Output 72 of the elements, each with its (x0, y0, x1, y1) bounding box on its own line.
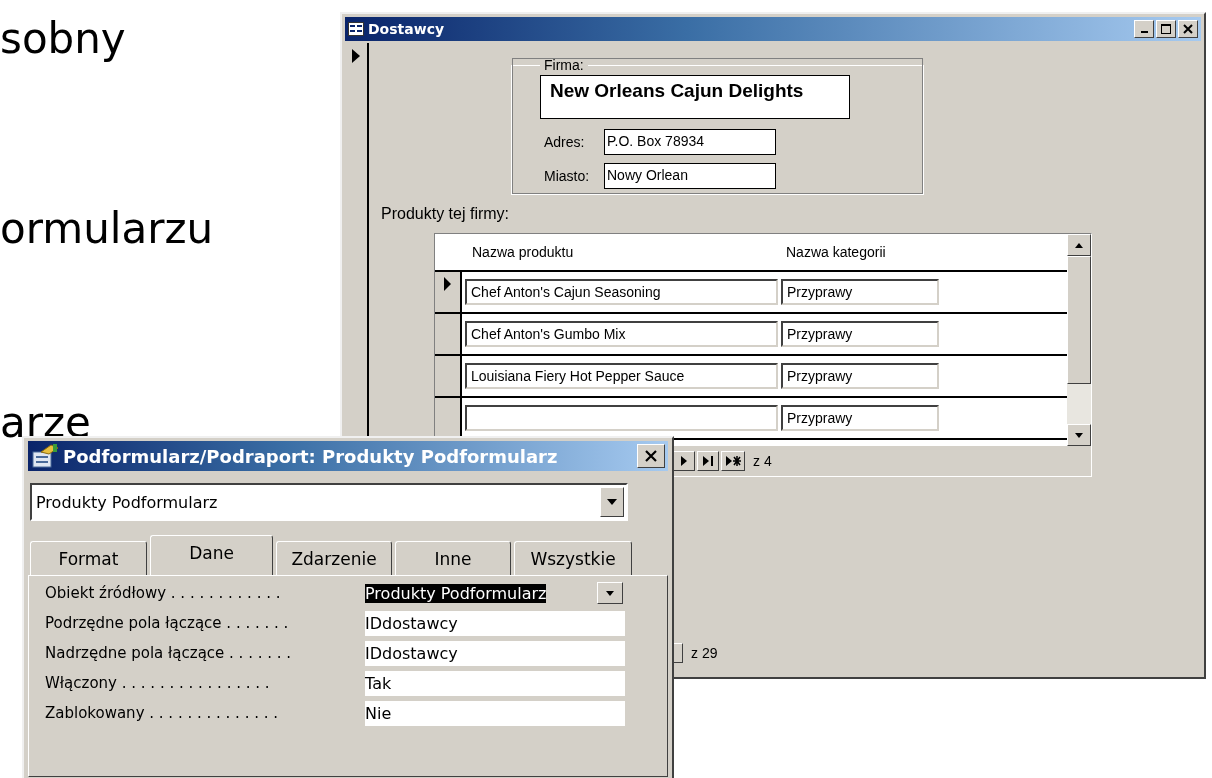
field-label: Miasto: (543, 168, 591, 184)
column-header: Nazwa produktu (472, 244, 575, 260)
input-field[interactable]: Przyprawy (781, 279, 939, 305)
scrollbar[interactable] (1067, 234, 1091, 446)
form-icon (348, 22, 364, 36)
row-selector[interactable] (435, 398, 462, 438)
new-record-icon (725, 456, 741, 466)
maximize-button[interactable] (1156, 20, 1176, 38)
record-count: z 4 (753, 453, 772, 469)
property-label: Podrzędne pola łączące . . . . . . . (45, 614, 290, 632)
property-field[interactable]: IDdostawcy (365, 640, 625, 666)
close-button[interactable] (1178, 20, 1198, 38)
caret-icon (607, 499, 617, 505)
scroll-up-button[interactable] (1067, 234, 1091, 256)
next-icon (680, 456, 688, 466)
slide-text: sobny (0, 18, 126, 60)
property-label: Zablokowany . . . . . . . . . . . . . . (45, 704, 279, 722)
down-arrow-icon (1075, 432, 1083, 438)
record-count: z 29 (691, 645, 718, 661)
input-field[interactable]: Przyprawy (781, 363, 939, 389)
dropdown-button[interactable] (600, 487, 624, 517)
input-field[interactable]: Przyprawy (781, 321, 939, 347)
slide-text: arze (0, 402, 91, 444)
property-field[interactable]: IDdostawcy (365, 610, 625, 636)
tab[interactable]: Inne (395, 541, 511, 575)
input-field[interactable]: Nowy Orlean (604, 163, 776, 189)
property-dropdown[interactable]: Produkty Podformularz (365, 580, 625, 606)
property-label: Obiekt źródłowy . . . . . . . . . . . . (45, 584, 282, 602)
caret-icon (606, 590, 614, 596)
object-dropdown[interactable]: Produkty Podformularz (30, 483, 628, 521)
input-field[interactable]: Chef Anton's Gumbo Mix (465, 321, 778, 347)
tab[interactable]: Dane (150, 535, 273, 575)
tab[interactable]: Wszystkie (514, 541, 632, 575)
field-label: Adres: (543, 134, 586, 150)
tab[interactable]: Format (30, 541, 147, 575)
row-selector[interactable] (435, 272, 462, 312)
tab[interactable]: Zdarzenie (276, 541, 392, 575)
properties-icon (31, 444, 59, 468)
scroll-down-button[interactable] (1067, 424, 1091, 446)
minimize-button[interactable] (1134, 20, 1154, 38)
last-icon (702, 456, 714, 466)
property-label: Nadrzędne pola łączące . . . . . . . (45, 644, 293, 662)
current-record-icon (443, 277, 452, 291)
property-field[interactable]: Tak (365, 670, 625, 696)
maximize-icon (1161, 24, 1171, 34)
row-selector[interactable] (435, 356, 462, 396)
input-field[interactable] (465, 405, 778, 431)
property-field[interactable]: Nie (365, 700, 625, 726)
scroll-thumb[interactable] (1067, 256, 1091, 384)
window-title: Podformularz/Podraport: Produkty Podformularz (63, 445, 558, 467)
subform-label: Produkty tej firmy: (381, 205, 511, 223)
last-record-button[interactable] (697, 451, 719, 471)
input-field[interactable]: Louisiana Fiery Hot Pepper Sauce (465, 363, 778, 389)
minimize-icon (1140, 31, 1148, 33)
slide-text: ormularzu (0, 208, 214, 250)
company-field[interactable]: New Orleans Cajun Delights (540, 75, 850, 119)
new-record-button[interactable] (721, 451, 745, 471)
next-record-button[interactable] (673, 451, 695, 471)
input-field[interactable]: P.O. Box 78934 (604, 129, 776, 155)
row-selector[interactable] (435, 314, 462, 354)
input-field[interactable]: Przyprawy (781, 405, 939, 431)
up-arrow-icon (1075, 242, 1083, 248)
column-header: Nazwa kategorii (786, 244, 886, 260)
close-icon (1183, 24, 1193, 34)
dropdown-button[interactable] (597, 582, 623, 604)
current-record-icon (351, 49, 361, 63)
property-label: Włączony . . . . . . . . . . . . . . . . (45, 674, 271, 692)
group-label: Firma: (543, 57, 585, 73)
window-title: Dostawcy (368, 21, 445, 37)
close-icon (644, 449, 658, 463)
input-field[interactable]: Chef Anton's Cajun Seasoning (465, 279, 778, 305)
close-button[interactable] (637, 444, 665, 468)
